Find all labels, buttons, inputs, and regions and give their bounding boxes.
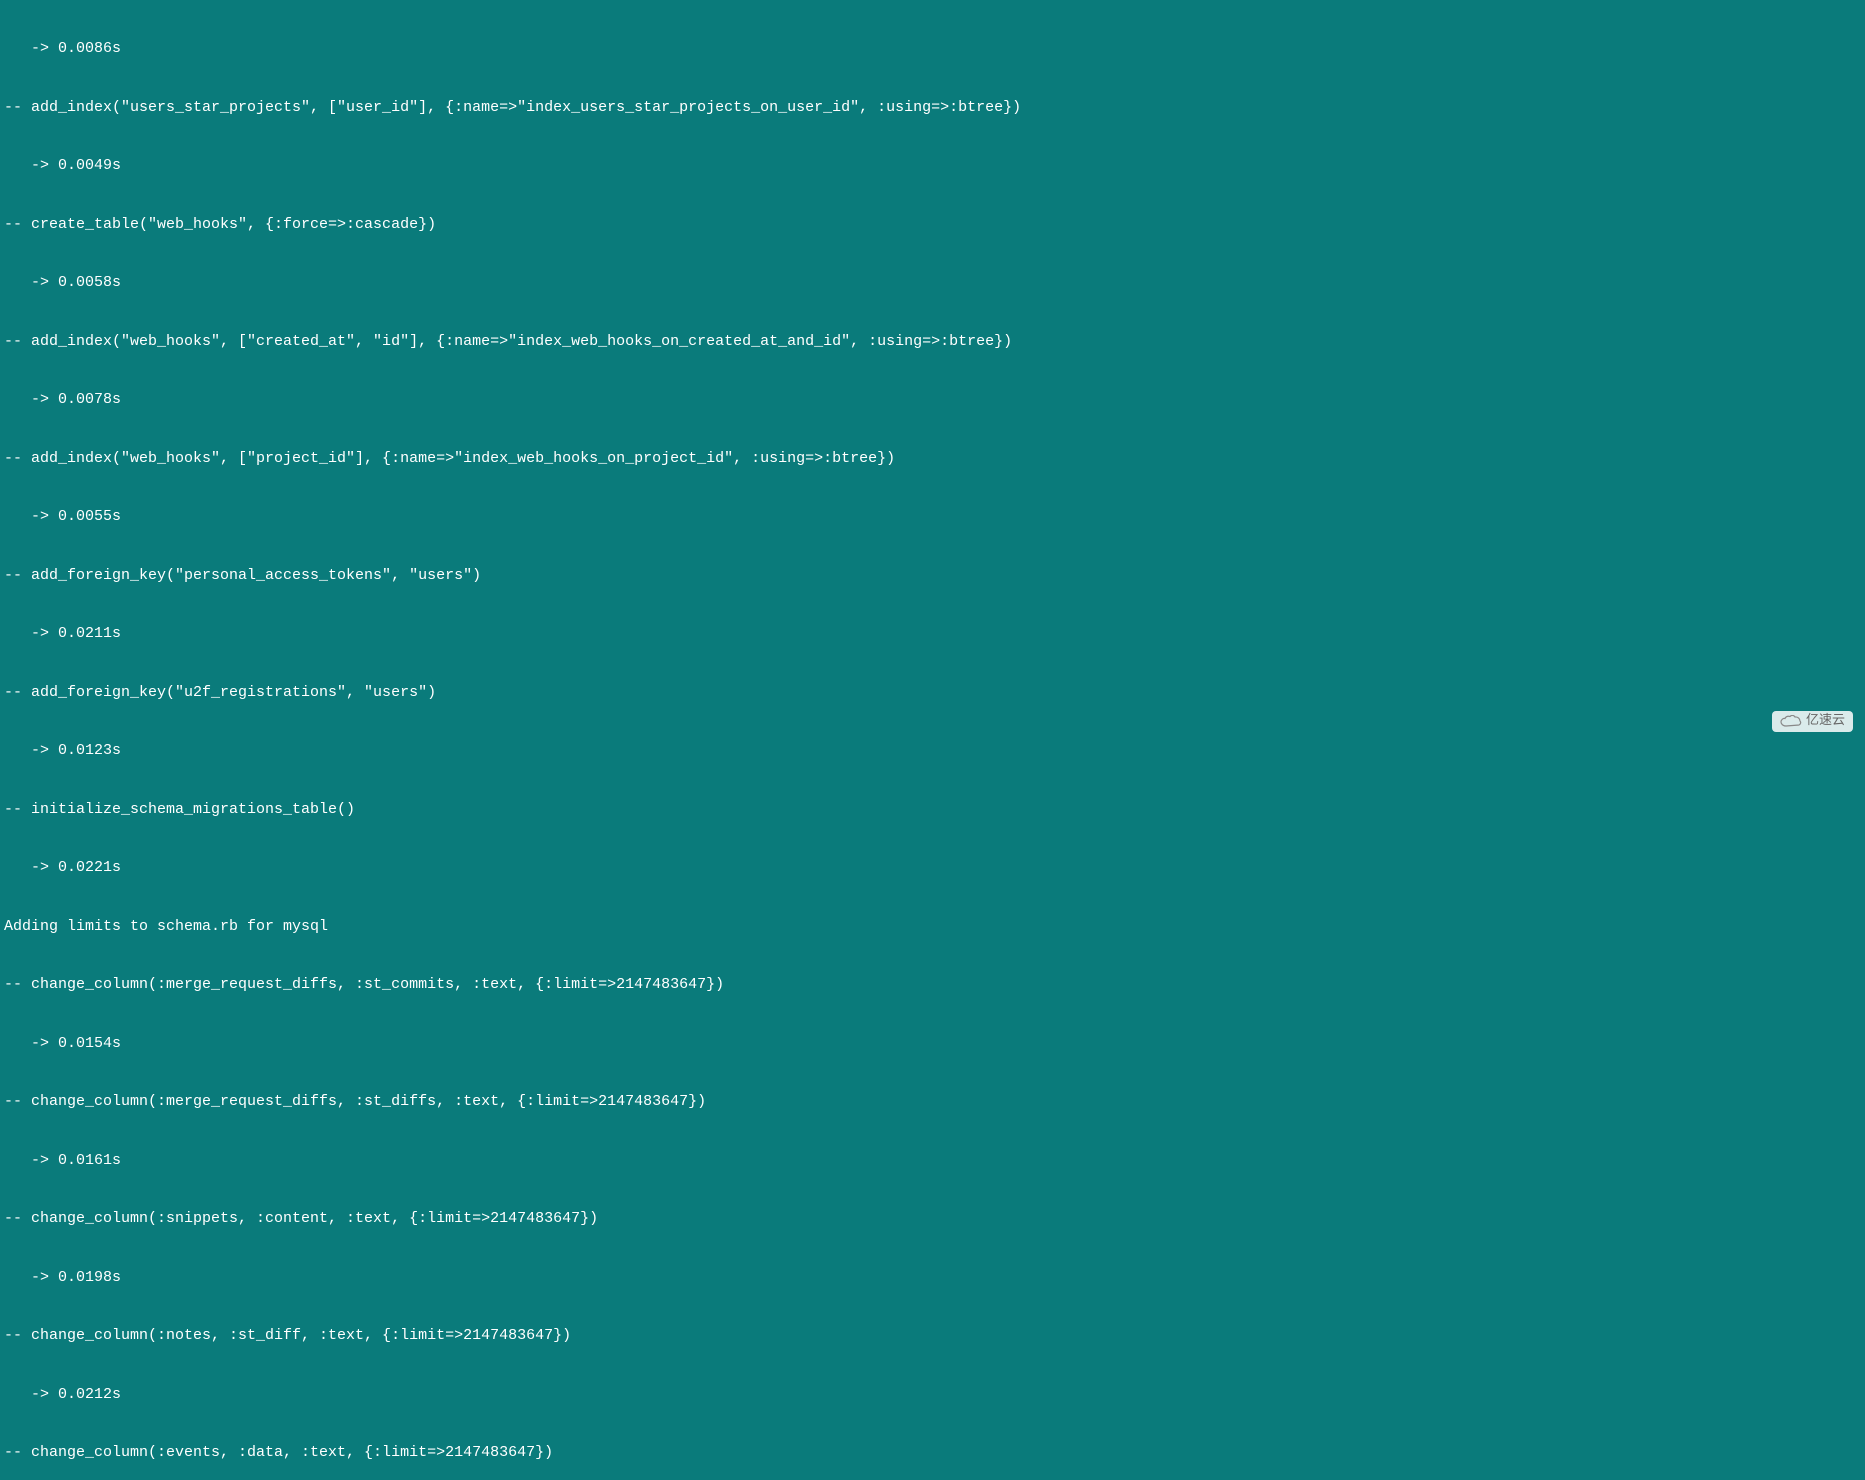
cloud-icon <box>1780 715 1802 729</box>
watermark: 亿速云 <box>1772 711 1853 732</box>
output-line: -- add_foreign_key("u2f_registrations", … <box>4 683 1861 703</box>
output-line: -- change_column(:notes, :st_diff, :text… <box>4 1326 1861 1346</box>
watermark-text: 亿速云 <box>1806 713 1845 730</box>
output-line: -> 0.0123s <box>4 741 1861 761</box>
output-line: -> 0.0086s <box>4 39 1861 59</box>
output-line: -> 0.0221s <box>4 858 1861 878</box>
output-line: -> 0.0078s <box>4 390 1861 410</box>
output-line: -- add_index("users_star_projects", ["us… <box>4 98 1861 118</box>
output-line: -> 0.0058s <box>4 273 1861 293</box>
output-line: -> 0.0049s <box>4 156 1861 176</box>
output-line: -- change_column(:events, :data, :text, … <box>4 1443 1861 1463</box>
output-line: -- add_index("web_hooks", ["project_id"]… <box>4 449 1861 469</box>
terminal-output: -> 0.0086s -- add_index("users_star_proj… <box>4 0 1861 1480</box>
output-line: -- change_column(:snippets, :content, :t… <box>4 1209 1861 1229</box>
output-line: Adding limits to schema.rb for mysql <box>4 917 1861 937</box>
output-line: -- change_column(:merge_request_diffs, :… <box>4 1092 1861 1112</box>
output-line: -> 0.0154s <box>4 1034 1861 1054</box>
output-line: -- add_index("web_hooks", ["created_at",… <box>4 332 1861 352</box>
output-line: -- create_table("web_hooks", {:force=>:c… <box>4 215 1861 235</box>
output-line: -> 0.0055s <box>4 507 1861 527</box>
output-line: -- initialize_schema_migrations_table() <box>4 800 1861 820</box>
output-line: -- add_foreign_key("personal_access_toke… <box>4 566 1861 586</box>
output-line: -> 0.0161s <box>4 1151 1861 1171</box>
output-line: -- change_column(:merge_request_diffs, :… <box>4 975 1861 995</box>
output-line: -> 0.0198s <box>4 1268 1861 1288</box>
output-line: -> 0.0212s <box>4 1385 1861 1405</box>
output-line: -> 0.0211s <box>4 624 1861 644</box>
